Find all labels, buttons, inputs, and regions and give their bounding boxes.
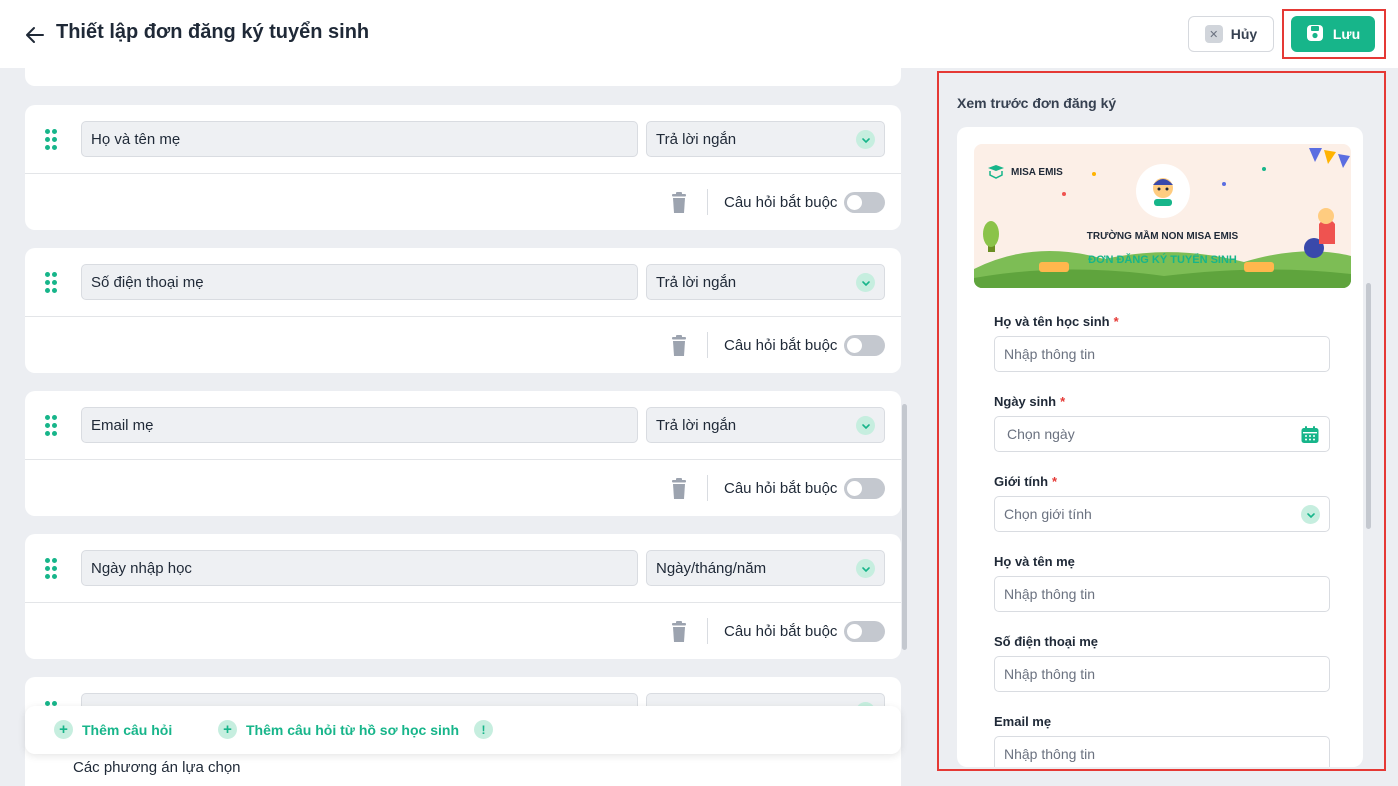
question-card: Email mẹ Trả lời ngắn Câu hỏi bắt buộc — [25, 391, 901, 516]
info-icon[interactable]: ! — [474, 720, 493, 739]
question-type-value: Trả lời ngắn — [656, 273, 737, 291]
question-card: Ngày nhập học Ngày/tháng/năm Câu hỏi bắt… — [25, 534, 901, 659]
school-mascot-icon — [1136, 164, 1190, 218]
preview-panel: Xem trước đơn đăng ký MISA EMIS TRƯỜNG M… — [937, 71, 1386, 771]
field-label: Email mẹ — [994, 714, 1052, 729]
field-label: Số điện thoại mẹ — [994, 634, 1099, 649]
required-toggle[interactable] — [844, 335, 885, 356]
drag-handle-icon[interactable] — [45, 129, 59, 151]
separator — [707, 332, 708, 358]
add-from-profile-button[interactable]: + Thêm câu hỏi từ hồ sơ học sinh ! — [218, 720, 493, 739]
save-button[interactable]: Lưu — [1291, 16, 1375, 52]
chevron-down-icon — [856, 416, 875, 435]
drag-handle-icon[interactable] — [45, 558, 59, 580]
previous-question-card — [25, 68, 901, 86]
add-question-bar: + Thêm câu hỏi + Thêm câu hỏi từ hồ sơ h… — [25, 706, 901, 754]
trash-icon[interactable] — [669, 192, 689, 214]
separator — [707, 189, 708, 215]
field-label: Họ và tên mẹ — [994, 554, 1075, 569]
back-arrow-icon[interactable] — [22, 22, 48, 48]
drag-handle-icon[interactable] — [45, 272, 59, 294]
question-title-input[interactable]: Email mẹ — [81, 407, 638, 443]
birthdate-input[interactable]: Chọn ngày — [994, 416, 1330, 452]
divider — [25, 459, 901, 460]
required-toggle[interactable] — [844, 621, 885, 642]
question-type-value: Trả lời ngắn — [656, 130, 737, 148]
divider — [25, 173, 901, 174]
student-name-input[interactable]: Nhập thông tin — [994, 336, 1330, 372]
question-card: Họ và tên mẹ Trả lời ngắn Câu hỏi bắt bu… — [25, 105, 901, 230]
required-toggle[interactable] — [844, 192, 885, 213]
required-label: Câu hỏi bắt buộc — [724, 480, 838, 497]
brand-name: MISA EMIS — [1011, 166, 1063, 178]
cancel-button-label: Hủy — [1230, 26, 1258, 42]
scrollbar[interactable] — [902, 404, 907, 650]
add-from-profile-label: Thêm câu hỏi từ hồ sơ học sinh — [246, 721, 459, 738]
chevron-down-icon — [1301, 505, 1320, 524]
add-question-button[interactable]: + Thêm câu hỏi — [54, 720, 172, 739]
field-label: Giới tính * — [994, 474, 1058, 489]
required-label: Câu hỏi bắt buộc — [724, 194, 838, 211]
trash-icon[interactable] — [669, 335, 689, 357]
cancel-button[interactable]: ✕ Hủy — [1188, 16, 1274, 52]
question-type-value: Trả lời ngắn — [656, 416, 737, 434]
field-label: Họ và tên học sinh * — [994, 314, 1119, 329]
divider — [25, 316, 901, 317]
plus-icon: + — [218, 720, 237, 739]
question-type-select[interactable]: Ngày/tháng/năm — [646, 550, 885, 586]
page-title: Thiết lập đơn đăng ký tuyển sinh — [56, 21, 370, 43]
calendar-icon[interactable] — [1300, 425, 1320, 448]
save-icon — [1306, 24, 1324, 45]
plus-icon: + — [54, 720, 73, 739]
preview-scrollbar[interactable] — [1366, 283, 1371, 529]
separator — [707, 618, 708, 644]
school-name: TRƯỜNG MẦM NON MISA EMIS — [1086, 231, 1239, 242]
question-type-select[interactable]: Trả lời ngắn — [646, 121, 885, 157]
drag-handle-icon[interactable] — [45, 415, 59, 437]
mother-name-input[interactable]: Nhập thông tin — [994, 576, 1330, 612]
question-card: Số điện thoại mẹ Trả lời ngắn Câu hỏi bắ… — [25, 248, 901, 373]
separator — [707, 475, 708, 501]
logo-icon — [988, 165, 1004, 179]
brand-logo: MISA EMIS — [986, 164, 1063, 180]
question-type-select[interactable]: Trả lời ngắn — [646, 407, 885, 443]
question-type-select[interactable]: Trả lời ngắn — [646, 264, 885, 300]
options-label: Các phương án lựa chọn — [73, 759, 241, 776]
field-label: Ngày sinh * — [994, 394, 1066, 409]
question-title-input[interactable]: Số điện thoại mẹ — [81, 264, 638, 300]
preview-title: Xem trước đơn đăng ký — [957, 95, 1117, 111]
question-editor: Họ và tên mẹ Trả lời ngắn Câu hỏi bắt bu… — [0, 68, 912, 786]
mother-phone-input[interactable]: Nhập thông tin — [994, 656, 1330, 692]
form-banner: MISA EMIS TRƯỜNG MẦM NON MISA EMIS ĐƠN Đ… — [974, 144, 1351, 288]
divider — [25, 602, 901, 603]
trash-icon[interactable] — [669, 621, 689, 643]
chevron-down-icon — [856, 273, 875, 292]
question-title-input[interactable]: Họ và tên mẹ — [81, 121, 638, 157]
close-icon: ✕ — [1204, 25, 1223, 43]
question-title-input[interactable]: Ngày nhập học — [81, 550, 638, 586]
required-toggle[interactable] — [844, 478, 885, 499]
page-header: Thiết lập đơn đăng ký tuyển sinh ✕ Hủy L… — [0, 0, 1398, 68]
trash-icon[interactable] — [669, 478, 689, 500]
preview-form: MISA EMIS TRƯỜNG MẦM NON MISA EMIS ĐƠN Đ… — [957, 127, 1363, 767]
chevron-down-icon — [856, 559, 875, 578]
chevron-down-icon — [856, 130, 875, 149]
required-label: Câu hỏi bắt buộc — [724, 623, 838, 640]
save-button-label: Lưu — [1332, 26, 1361, 42]
add-question-label: Thêm câu hỏi — [82, 721, 173, 738]
question-type-value: Ngày/tháng/năm — [656, 559, 767, 577]
gender-select[interactable]: Chọn giới tính — [994, 496, 1330, 532]
mother-email-input[interactable]: Nhập thông tin — [994, 736, 1330, 767]
form-title: ĐƠN ĐĂNG KÝ TUYỂN SINH — [1088, 254, 1237, 266]
required-label: Câu hỏi bắt buộc — [724, 337, 838, 354]
